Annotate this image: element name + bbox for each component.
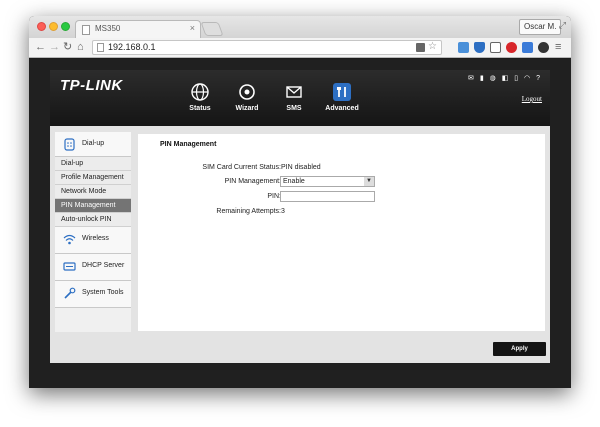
nav-advanced[interactable]: Advanced: [320, 82, 364, 112]
page-info-icon: [97, 43, 104, 52]
pin-label: PIN:: [267, 193, 281, 200]
sidebar-group-dialup-label: Dial-up: [82, 140, 105, 147]
envelope-icon: [286, 86, 302, 98]
sidebar-group-system-tools-label: System Tools: [82, 289, 124, 296]
browser-window: MS350 × Oscar M. ⤢ ← → ↻ ⌂ 192.168.0.1 ☆…: [29, 16, 571, 388]
nav-wizard-label: Wizard: [235, 105, 259, 112]
sidebar-group-dialup[interactable]: Dial-up: [55, 132, 131, 157]
phone-icon: [64, 138, 75, 151]
sidebar-group-wireless[interactable]: Wireless: [55, 227, 131, 254]
browser-menu-button[interactable]: ≡: [555, 41, 561, 53]
browser-tab[interactable]: MS350 ×: [75, 20, 201, 38]
nav-status[interactable]: Status: [178, 82, 222, 112]
nav-sms-label: SMS: [286, 105, 302, 112]
chevron-down-icon: ▼: [364, 177, 374, 186]
pin-management-select[interactable]: Enable ▼: [280, 176, 375, 187]
sidebar-item-pin-management[interactable]: PIN Management: [55, 199, 131, 213]
cast-icon[interactable]: [490, 42, 501, 53]
apply-button[interactable]: Apply: [493, 342, 546, 356]
wizard-icon: [239, 84, 255, 100]
nav-sms[interactable]: SMS: [272, 82, 316, 112]
sidebar-item-auto-unlock-pin[interactable]: Auto-unlock PIN: [55, 213, 131, 227]
window-maximize-button[interactable]: [61, 22, 70, 31]
globe-icon: [191, 83, 209, 101]
profile-button[interactable]: Oscar M.: [519, 19, 562, 35]
router-admin-panel: TP-LINK Status Wizard SMS Advanced ✉ ▮ ◍…: [50, 70, 550, 363]
sidebar-group-system-tools[interactable]: System Tools: [55, 281, 131, 308]
extension-calendar-icon[interactable]: [458, 42, 469, 53]
bookmark-star-icon[interactable]: ☆: [428, 41, 437, 52]
sidebar: Dial-up Dial-up Profile Management Netwo…: [55, 132, 131, 332]
tab-strip: MS350 × Oscar M. ⤢: [29, 16, 571, 38]
extension-translate-icon[interactable]: [522, 42, 533, 53]
sidebar-group-dhcp[interactable]: DHCP Server: [55, 254, 131, 281]
page-icon: [82, 25, 90, 35]
sidebar-item-profile-management[interactable]: Profile Management: [55, 171, 131, 185]
window-close-button[interactable]: [37, 22, 46, 31]
logout-link[interactable]: Logout: [522, 95, 542, 103]
remaining-attempts-label: Remaining Attempts:: [216, 208, 281, 215]
pin-row: PIN:: [138, 191, 545, 203]
sidebar-group-wireless-label: Wireless: [82, 235, 109, 242]
fullscreen-icon[interactable]: ⤢: [559, 20, 566, 31]
adblock-icon[interactable]: [506, 42, 517, 53]
nav-advanced-label: Advanced: [325, 105, 359, 112]
window-minimize-button[interactable]: [49, 22, 58, 31]
tools-icon: [333, 83, 351, 101]
back-button[interactable]: ←: [35, 41, 46, 53]
nav-status-label: Status: [189, 105, 211, 112]
router-header: TP-LINK Status Wizard SMS Advanced ✉ ▮ ◍…: [50, 70, 550, 126]
page-action-icon[interactable]: [416, 43, 425, 52]
sim-status-value: PIN disabled: [281, 164, 321, 171]
wifi-icon: [63, 234, 76, 245]
url-text: 192.168.0.1: [108, 42, 156, 52]
forward-button[interactable]: →: [49, 41, 60, 53]
browser-toolbar: ← → ↻ ⌂ 192.168.0.1 ☆ ≡: [29, 38, 571, 58]
extension-dark-icon[interactable]: [538, 42, 549, 53]
home-button[interactable]: ⌂: [77, 41, 84, 53]
status-icons: ✉ ▮ ◍ ◧ ▯ ◠ ?: [468, 75, 542, 82]
pin-management-label: PIN Management:: [224, 178, 281, 185]
dhcp-icon: [63, 262, 76, 271]
wrench-icon: [64, 287, 76, 299]
tab-title: MS350: [95, 24, 121, 33]
nav-wizard[interactable]: Wizard: [225, 82, 269, 112]
sidebar-group-dhcp-label: DHCP Server: [82, 262, 125, 269]
new-tab-button[interactable]: [200, 22, 224, 36]
tp-link-logo: TP-LINK: [60, 77, 123, 94]
extension-shield-icon[interactable]: [474, 42, 485, 53]
address-bar[interactable]: 192.168.0.1 ☆: [92, 40, 442, 55]
sidebar-item-dialup[interactable]: Dial-up: [55, 157, 131, 171]
section-title: PIN Management: [160, 141, 217, 148]
page-viewport: TP-LINK Status Wizard SMS Advanced ✉ ▮ ◍…: [29, 59, 571, 388]
remaining-attempts-value: 3: [281, 208, 285, 215]
remaining-attempts-row: Remaining Attempts: 3: [138, 206, 545, 218]
sidebar-item-network-mode[interactable]: Network Mode: [55, 185, 131, 199]
pin-management-selected: Enable: [283, 178, 305, 185]
pin-management-row: PIN Management: Enable ▼: [138, 176, 545, 188]
sim-status-row: SIM Card Current Status: PIN disabled: [138, 162, 545, 174]
sim-status-label: SIM Card Current Status:: [202, 164, 281, 171]
tab-close-icon[interactable]: ×: [190, 23, 195, 33]
pin-management-panel: PIN Management SIM Card Current Status: …: [138, 134, 545, 331]
reload-button[interactable]: ↻: [63, 41, 72, 53]
pin-input[interactable]: [280, 191, 375, 202]
